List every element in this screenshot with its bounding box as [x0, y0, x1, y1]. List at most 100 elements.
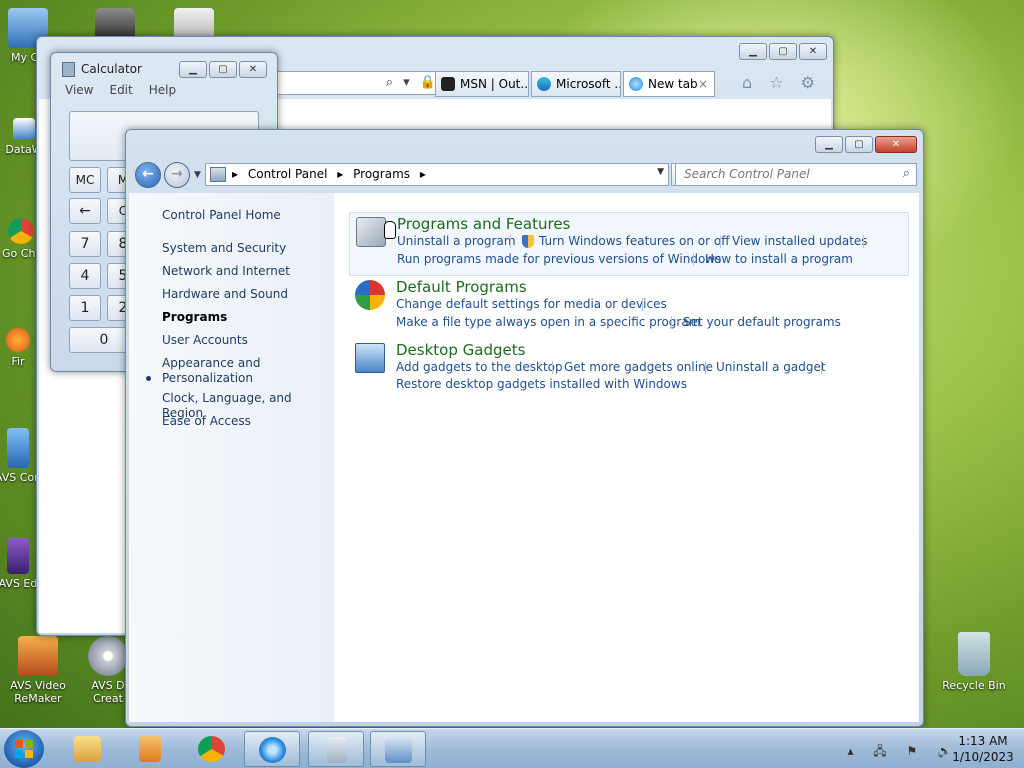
shortcut-icon [13, 118, 35, 140]
desktop-icon-label: AVS Video ReMaker [10, 679, 66, 705]
taskbar-internet-explorer[interactable] [244, 731, 300, 767]
run-old-programs-link[interactable]: Run programs made for previous versions … [397, 252, 721, 266]
address-bar[interactable]: ▸ Control Panel ▸ Programs ▸ ▼ [205, 163, 669, 186]
maximize-button[interactable]: ▢ [845, 136, 873, 153]
mc-button[interactable]: MC [69, 167, 101, 193]
browser-caption-buttons: ▁ ▢ ✕ [739, 43, 827, 60]
menu-help[interactable]: Help [149, 83, 176, 97]
taskbar-control-panel[interactable] [370, 731, 426, 767]
close-button[interactable]: ✕ [875, 136, 917, 153]
view-installed-updates-link[interactable]: View installed updates [732, 234, 868, 248]
category-programs-and-features: Programs and Features Uninstall a progra… [349, 212, 909, 276]
avs-editor-icon [7, 538, 29, 574]
maximize-button[interactable]: ▢ [769, 43, 797, 60]
link-separator [642, 298, 643, 311]
taskbar-chrome[interactable] [184, 731, 240, 767]
digit-4-button[interactable]: 4 [69, 263, 101, 289]
nav-personalization[interactable]: Personalization [162, 371, 253, 386]
how-to-install-link[interactable]: How to install a program [705, 252, 853, 266]
recent-pages-dropdown[interactable]: ▼ [194, 170, 201, 180]
set-default-programs-link[interactable]: Set your default programs [683, 315, 841, 329]
nav-control-panel-home[interactable]: Control Panel Home [162, 208, 281, 223]
internet-explorer-icon [259, 737, 286, 763]
default-programs-link[interactable]: Default Programs [396, 278, 527, 296]
breadcrumb: ▸ Control Panel ▸ Programs ▸ [232, 167, 432, 181]
breadcrumb-control-panel[interactable]: Control Panel [248, 167, 328, 181]
tab-label: Microsoft ... [556, 77, 621, 91]
chrome-icon [8, 218, 34, 244]
add-gadgets-link[interactable]: Add gadgets to the desktop [396, 360, 563, 374]
nav-ease-of-access[interactable]: Ease of Access [162, 414, 251, 429]
tab-msn[interactable]: MSN | Out... [435, 71, 529, 97]
chrome-icon [198, 736, 225, 762]
taskbar-media-player[interactable] [122, 731, 178, 767]
control-panel-icon [210, 167, 226, 182]
tab-label: New tab [648, 77, 698, 91]
forward-button[interactable]: → [164, 162, 190, 188]
control-panel-window[interactable]: ▁ ▢ ✕ ← → ▼ ▸ Control Panel ▸ Programs ▸… [125, 129, 924, 727]
taskbar-clock[interactable]: 1:13 AM 1/10/2023 [948, 733, 1018, 765]
disc-icon [88, 636, 128, 676]
desktop-gadgets-link[interactable]: Desktop Gadgets [396, 341, 525, 359]
get-more-gadgets-link[interactable]: Get more gadgets online [564, 360, 713, 374]
nav-hardware-and-sound[interactable]: Hardware and Sound [162, 287, 288, 302]
taskbar-explorer[interactable] [60, 731, 116, 767]
search-icon[interactable]: ⌕ [903, 166, 910, 181]
menu-view[interactable]: View [65, 83, 93, 97]
breadcrumb-programs[interactable]: Programs [353, 167, 410, 181]
backspace-button[interactable]: ← [69, 198, 101, 224]
link-separator [821, 361, 822, 374]
menu-edit[interactable]: Edit [109, 83, 132, 97]
desktop-icon-avs-video-remaker[interactable]: AVS Video ReMaker [2, 636, 74, 705]
browser-toolbar-icons[interactable]: ⌂ ☆ ⚙ [742, 73, 821, 92]
control-panel-icon [385, 737, 412, 763]
breadcrumb-separator[interactable]: ▸ [337, 167, 343, 181]
search-input[interactable]: Search Control Panel ⌕ [675, 163, 917, 186]
windows-logo-icon [15, 740, 33, 758]
left-navigation-pane: Control Panel Home System and Security N… [129, 193, 334, 722]
desktop-icon-recycle-bin[interactable]: Recycle Bin [938, 632, 1010, 692]
digit-1-button[interactable]: 1 [69, 295, 101, 321]
tab-new-tab[interactable]: New tab × [623, 71, 715, 97]
tab-microsoft[interactable]: Microsoft ... [531, 71, 621, 97]
desktop-gadgets-icon [355, 343, 385, 373]
uninstall-gadget-link[interactable]: Uninstall a gadget [716, 360, 826, 374]
cp-caption-buttons: ▁ ▢ ✕ [815, 136, 917, 153]
turn-windows-features-link[interactable]: Turn Windows features on or off [539, 234, 730, 248]
minimize-button[interactable]: ▁ [815, 136, 843, 153]
recycle-bin-icon [958, 632, 990, 676]
address-dropdown-icon[interactable]: ▼ [657, 167, 664, 177]
uninstall-program-link[interactable]: Uninstall a program [397, 234, 516, 248]
main-content-pane: Programs and Features Uninstall a progra… [334, 193, 919, 722]
nav-user-accounts[interactable]: User Accounts [162, 333, 248, 348]
hand-cursor-icon [384, 221, 396, 239]
nav-appearance[interactable]: Appearance and [162, 356, 260, 371]
minimize-button[interactable]: ▁ [179, 61, 207, 78]
minimize-button[interactable]: ▁ [739, 43, 767, 60]
back-button[interactable]: ← [135, 162, 161, 188]
start-button[interactable] [4, 730, 44, 768]
programs-and-features-link[interactable]: Programs and Features [397, 215, 570, 233]
tab-close-icon[interactable]: × [698, 72, 708, 96]
change-default-settings-link[interactable]: Change default settings for media or dev… [396, 297, 667, 311]
close-button[interactable]: ✕ [239, 61, 267, 78]
desktop-icon-label: AVS Con [0, 471, 42, 484]
calculator-title: Calculator [81, 62, 142, 76]
desktop-icon-label: AVS Ed [0, 577, 38, 590]
nav-system-and-security[interactable]: System and Security [162, 241, 286, 256]
taskbar-calculator[interactable] [308, 731, 364, 767]
link-separator [510, 235, 511, 248]
maximize-button[interactable]: ▢ [209, 61, 237, 78]
breadcrumb-separator[interactable]: ▸ [232, 167, 238, 181]
desktop-icon-label: AVS D Creat [91, 679, 125, 705]
nav-network-and-internet[interactable]: Network and Internet [162, 264, 290, 279]
media-player-icon [139, 736, 161, 762]
system-tray-icons[interactable]: ▴ 🖧 ⚑ 🔊 [847, 742, 960, 763]
file-type-always-open-link[interactable]: Make a file type always open in a specif… [396, 315, 700, 329]
breadcrumb-separator[interactable]: ▸ [420, 167, 426, 181]
firefox-icon [6, 328, 30, 352]
digit-7-button[interactable]: 7 [69, 231, 101, 257]
close-button[interactable]: ✕ [799, 43, 827, 60]
restore-gadgets-link[interactable]: Restore desktop gadgets installed with W… [396, 377, 687, 391]
tab-label: MSN | Out... [460, 77, 529, 91]
